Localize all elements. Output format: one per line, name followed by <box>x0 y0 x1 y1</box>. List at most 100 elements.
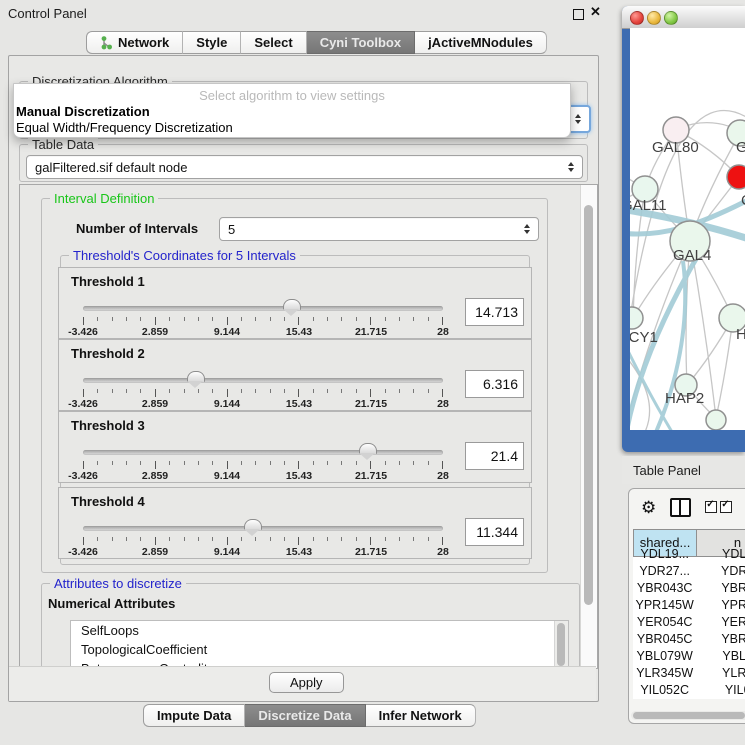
threshold-value-field[interactable]: 21.4 <box>465 442 524 470</box>
float-icon[interactable] <box>573 9 584 20</box>
popup-placeholder: Select algorithm to view settings <box>14 88 570 103</box>
tab-cyni-toolbox[interactable]: Cyni Toolbox <box>307 31 415 54</box>
node-label-gcy1: GCY1 <box>630 329 658 346</box>
slider-thumb[interactable] <box>244 519 262 530</box>
table-row[interactable]: YBL079WYBL0 <box>633 648 745 665</box>
node-label-gal11: GAL11 <box>630 197 667 214</box>
node-label-partial-c: C <box>741 192 745 209</box>
attributes-group: Attributes to discretize Numerical Attri… <box>41 583 580 674</box>
table-toolbar: ⚙ <box>629 489 745 525</box>
table-row[interactable]: YIL052CYIL0 <box>633 682 745 699</box>
checkbox-icon[interactable] <box>720 501 732 513</box>
tab-style[interactable]: Style <box>183 31 241 54</box>
tab-discretize-data[interactable]: Discretize Data <box>245 704 365 727</box>
slider-thumb[interactable] <box>283 299 301 310</box>
threshold-label: Threshold 2 <box>71 346 145 361</box>
threshold-slider[interactable]: -3.426 2.859 9.144 15.43 21.715 28 <box>83 376 443 408</box>
table-panel-title: Table Panel <box>633 463 701 478</box>
table-body: YDL19...YDL1 YDR27...YDR2 YBR043CYBR0 YP… <box>633 546 745 699</box>
minimize-traffic-light-icon[interactable] <box>647 11 661 25</box>
list-item[interactable]: TopologicalCoefficient <box>71 640 568 659</box>
threshold-value-field[interactable]: 11.344 <box>465 518 524 546</box>
node-label-gal80: GAL80 <box>652 139 699 156</box>
threshold-4-panel: Threshold 4 -3.426 2.859 9.144 15.43 21.… <box>58 487 532 559</box>
list-item[interactable]: SelfLoops <box>71 621 568 640</box>
table-row[interactable]: YLR345WYLR3 <box>633 665 745 682</box>
node-label-partial-g: G. <box>736 139 745 156</box>
threshold-value-field[interactable]: 6.316 <box>465 370 524 398</box>
threshold-label: Threshold 1 <box>71 274 145 289</box>
slider-tick-labels: -3.426 2.859 9.144 15.43 21.715 28 <box>83 398 443 410</box>
vertical-scrollbar[interactable] <box>580 185 597 668</box>
node-left-partial[interactable] <box>630 307 643 329</box>
tab-network[interactable]: Network <box>86 31 183 54</box>
table-header-row: shared... n <box>633 529 745 546</box>
scrollbar-thumb[interactable] <box>633 712 745 719</box>
numerical-attributes-list[interactable]: SelfLoops TopologicalCoefficient Between… <box>70 620 569 669</box>
network-canvas[interactable]: GAL80 G. C GAL11 GAL4 GCY1 H HAP2 <box>630 28 745 430</box>
network-icon <box>100 36 113 50</box>
slider-track[interactable] <box>83 306 443 311</box>
popup-option-manual-discretization[interactable]: Manual Discretization <box>16 104 150 119</box>
slider-ticks <box>83 317 443 325</box>
network-window-titlebar[interactable] <box>622 6 745 29</box>
slider-tick-labels: -3.426 2.859 9.144 15.43 21.715 28 <box>83 546 443 558</box>
combo-arrows-icon <box>568 162 574 172</box>
tab-impute-data[interactable]: Impute Data <box>143 704 245 727</box>
threshold-slider[interactable]: -3.426 2.859 9.144 15.43 21.715 28 <box>83 304 443 336</box>
slider-track[interactable] <box>83 378 443 383</box>
slider-thumb[interactable] <box>359 443 377 454</box>
node-bottom-partial[interactable] <box>706 410 726 430</box>
algorithm-dropdown-popup: Select algorithm to view settings Manual… <box>13 83 571 138</box>
slider-ticks <box>83 461 443 469</box>
screen: Control Panel ✕ Network Style Select Cyn… <box>0 0 745 745</box>
network-view-window: GAL80 G. C GAL11 GAL4 GCY1 H HAP2 <box>622 6 745 452</box>
cyni-toolbox-panel: Discretization Algorithm Table Data galF… <box>8 55 599 702</box>
scrollbar-thumb[interactable] <box>557 623 565 666</box>
threshold-2-panel: Threshold 2 -3.426 2.859 9.144 15.43 21.… <box>58 339 532 411</box>
tab-label: Network <box>118 35 169 50</box>
list-scrollbar[interactable] <box>554 621 568 668</box>
combo-arrows-icon <box>524 224 530 234</box>
threshold-slider[interactable]: -3.426 2.859 9.144 15.43 21.715 28 <box>83 524 443 556</box>
combo-arrows-icon <box>575 114 581 124</box>
popup-option-equal-width-frequency[interactable]: Equal Width/Frequency Discretization <box>16 120 233 135</box>
numerical-attributes-label: Numerical Attributes <box>48 596 175 611</box>
threshold-label: Threshold 4 <box>71 494 145 509</box>
slider-track[interactable] <box>83 450 443 455</box>
apply-button[interactable]: Apply <box>269 672 344 693</box>
tab-jactivemnodules[interactable]: jActiveMNodules <box>415 31 547 54</box>
select-columns-icons[interactable] <box>705 501 732 513</box>
scrollbar-thumb[interactable] <box>584 205 593 605</box>
table-data-group: Table Data galFiltered.sif default node <box>19 144 588 182</box>
checkbox-icon[interactable] <box>705 501 717 513</box>
table-panel-header: Table Panel <box>622 456 745 484</box>
tab-label: Cyni Toolbox <box>320 35 401 50</box>
control-panel-titlebar: Control Panel ✕ <box>0 0 620 26</box>
top-tab-bar: Network Style Select Cyni Toolbox jActiv… <box>86 31 547 54</box>
table-row[interactable]: YBR045CYBR0 <box>633 631 745 648</box>
threshold-label: Threshold 3 <box>71 418 145 433</box>
table-row[interactable]: YER054CYER0 <box>633 614 745 631</box>
slider-track[interactable] <box>83 526 443 531</box>
node-red-selected[interactable] <box>727 165 745 189</box>
node-label-hap2: HAP2 <box>665 390 704 407</box>
table-row[interactable]: YPR145WYPR1 <box>633 597 745 614</box>
zoom-traffic-light-icon[interactable] <box>664 11 678 25</box>
slider-tick-labels: -3.426 2.859 9.144 15.43 21.715 28 <box>83 326 443 338</box>
threshold-slider[interactable]: -3.426 2.859 9.144 15.43 21.715 28 <box>83 448 443 480</box>
tab-infer-network[interactable]: Infer Network <box>366 704 476 727</box>
table-row[interactable]: YDL19...YDL1 <box>633 546 745 563</box>
threshold-value-field[interactable]: 14.713 <box>465 298 524 326</box>
tab-select[interactable]: Select <box>241 31 306 54</box>
table-row[interactable]: YBR043CYBR0 <box>633 580 745 597</box>
table-row[interactable]: YDR27...YDR2 <box>633 563 745 580</box>
table-data-combobox[interactable]: galFiltered.sif default node <box>26 155 583 179</box>
gear-icon[interactable]: ⚙ <box>641 499 656 516</box>
slider-thumb[interactable] <box>187 371 205 382</box>
number-of-intervals-combobox[interactable]: 5 <box>219 217 539 241</box>
close-icon[interactable]: ✕ <box>590 4 601 20</box>
horizontal-scrollbar[interactable] <box>631 711 745 720</box>
columns-icon[interactable] <box>670 498 691 517</box>
close-traffic-light-icon[interactable] <box>630 11 644 25</box>
